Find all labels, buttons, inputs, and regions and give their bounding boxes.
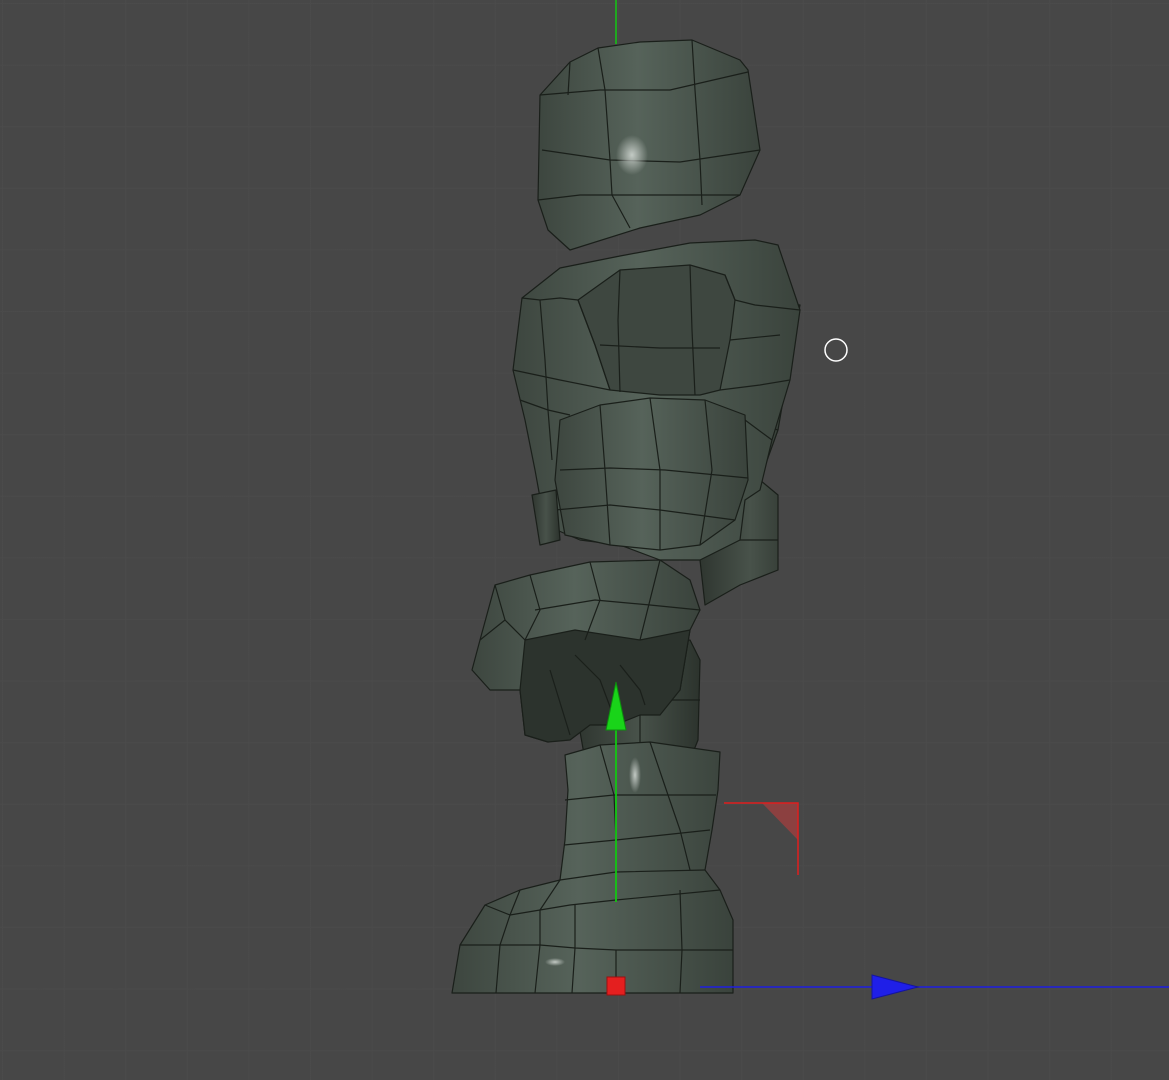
circle-cursor-icon	[824, 338, 848, 362]
character-mesh[interactable]	[451, 39, 801, 994]
head	[537, 39, 761, 251]
z-axis-arrow[interactable]	[871, 974, 920, 1000]
scene-canvas[interactable]	[0, 0, 1169, 1080]
boot	[451, 741, 734, 994]
pivot-point[interactable]	[606, 976, 626, 996]
x-plane-handle[interactable]	[724, 802, 799, 875]
3d-viewport[interactable]: 3D viewport - side view	[0, 0, 1169, 1080]
hip	[531, 397, 749, 551]
